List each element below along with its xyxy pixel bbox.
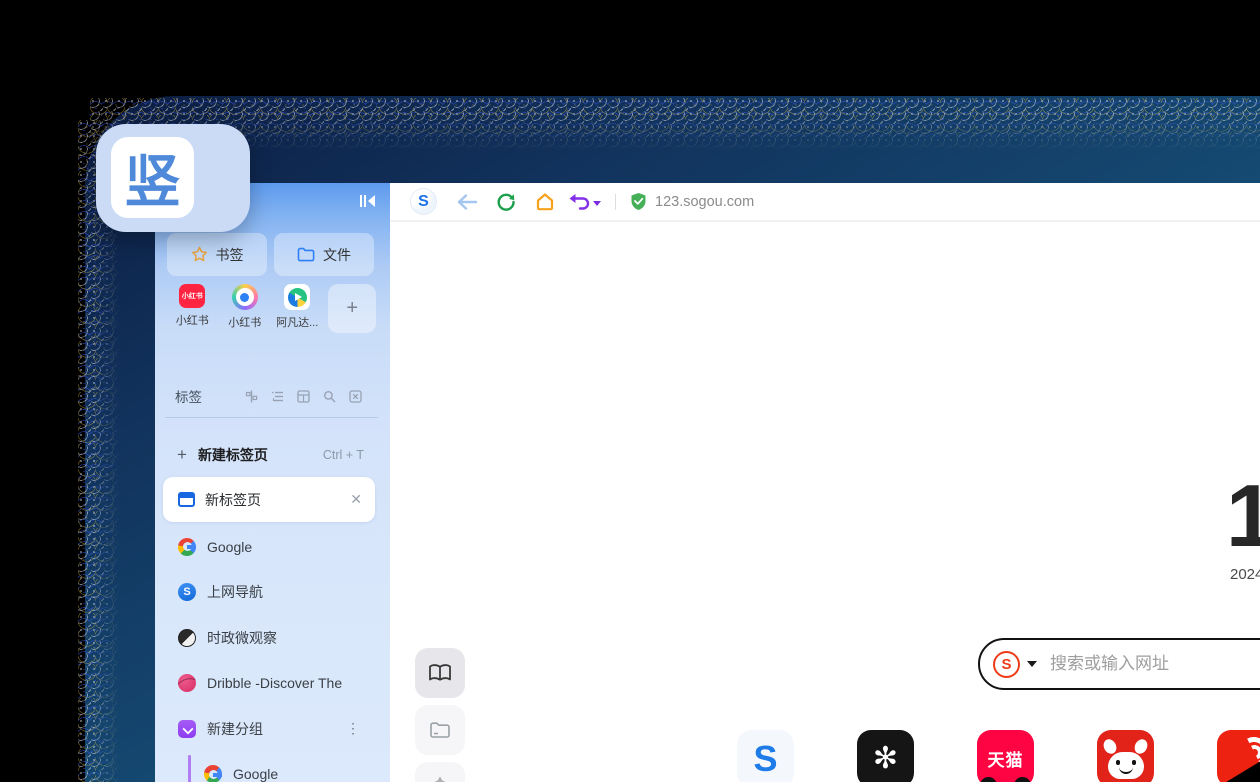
chatgpt-icon: ✻: [872, 742, 899, 775]
compass-icon: [434, 776, 446, 782]
globe-icon: [178, 628, 196, 647]
refresh-icon: [497, 193, 515, 211]
list-sort-icon[interactable]: [271, 390, 284, 403]
site-security-shield-icon[interactable]: [630, 192, 647, 211]
browser-window-icon: [178, 492, 195, 507]
tab-bookmarks-label: 书签: [215, 246, 244, 263]
main-area: S 123.sogou.com 1 2024 S 搜索或输入网址 S ✻ 天猫: [390, 183, 1260, 782]
date-display: 2024: [1230, 566, 1260, 583]
shortcut-chatgpt[interactable]: ✻: [857, 730, 914, 782]
sidebar: 书签 文件 小红书 小红书 小红书 阿凡达... + 标签 + 新建标签页 Ct…: [155, 183, 390, 782]
home-button[interactable]: [530, 187, 560, 217]
folder-outline-icon: [430, 722, 450, 738]
new-tab-row[interactable]: + 新建标签页 Ctrl + T: [177, 441, 364, 469]
tags-section-header: 标签: [175, 386, 362, 406]
active-tab-card[interactable]: 新标签页 ✕: [163, 477, 375, 522]
plus-icon: +: [177, 445, 187, 464]
sidebar-tabs: 书签 文件: [167, 233, 374, 276]
side-float-buttons: [415, 648, 465, 782]
sogou-search-engine-icon[interactable]: S: [993, 650, 1020, 678]
browser-window: 书签 文件 小红书 小红书 小红书 阿凡达... + 标签 + 新建标签页 Ct…: [155, 183, 1260, 782]
pin-sort-icon[interactable]: [245, 390, 258, 403]
new-tab-page: 1 2024 S S ✻ 天猫: [390, 222, 1260, 782]
search-tabs-icon[interactable]: [323, 390, 336, 403]
shortcut-tmall[interactable]: 天猫: [977, 730, 1034, 782]
tab-item-google[interactable]: Google: [155, 524, 390, 570]
quick-launch-row: S ✻ 天猫: [737, 730, 1260, 782]
tags-title: 标签: [175, 390, 202, 405]
bookmark-label: 阿凡达...: [276, 317, 319, 329]
xiaohongshu-icon: 小红书: [179, 284, 206, 308]
reading-list-button[interactable]: [415, 648, 465, 698]
screen: 竖 书签 文件 小红书 小红书 小红书 阿凡达... + 标签 + 新建标签页 …: [0, 0, 1260, 782]
group-indent-line: [188, 754, 191, 782]
tab-group-icon: [178, 719, 196, 738]
tmall-logo-text: 天猫: [987, 751, 1024, 770]
discover-button[interactable]: [415, 762, 465, 782]
google-icon: [178, 537, 196, 556]
close-all-tabs-icon[interactable]: [349, 389, 362, 403]
tab-group-new[interactable]: 新建分组 ⋮: [155, 706, 390, 752]
new-tab-shortcut: Ctrl + T: [322, 448, 364, 462]
sidebar-divider: [165, 417, 378, 418]
toolbar-divider: [615, 193, 616, 210]
tab-item-navigation[interactable]: S 上网导航: [155, 570, 390, 616]
active-tab-label: 新标签页: [205, 491, 261, 508]
sogou-browser-logo[interactable]: S: [410, 188, 437, 215]
clock-display: 1: [1226, 466, 1260, 565]
close-tab-button[interactable]: ✕: [350, 491, 362, 508]
address-url[interactable]: 123.sogou.com: [655, 194, 754, 210]
bookmark-avatar-video[interactable]: 阿凡达...: [271, 284, 323, 330]
bookmark-xiaohongshu-2[interactable]: 小红书: [218, 284, 270, 330]
badge-glyph: 竖: [111, 137, 194, 218]
folder-icon: [297, 247, 315, 262]
add-bookmark-button[interactable]: +: [328, 284, 377, 333]
vertical-tabs-badge: 竖: [96, 124, 250, 232]
tab-bookmarks[interactable]: 书签: [167, 233, 267, 276]
browser-toolbar: S 123.sogou.com: [390, 183, 1260, 222]
colorful-ring-icon: [231, 284, 258, 310]
collapse-icon: [359, 195, 375, 207]
tab-files[interactable]: 文件: [274, 233, 374, 276]
undo-icon: [569, 193, 590, 210]
bookmark-label: 小红书: [228, 317, 262, 329]
shortcut-sogou[interactable]: S: [737, 730, 794, 782]
search-box[interactable]: S: [978, 638, 1260, 690]
jd-dog-icon: [1107, 752, 1144, 779]
refresh-button[interactable]: [491, 187, 521, 217]
grid-view-icon[interactable]: [297, 389, 310, 403]
tags-toolbar: [245, 389, 362, 403]
corner-wedge: [1218, 753, 1260, 782]
tab-files-label: 文件: [323, 246, 351, 263]
dribbble-icon: [178, 674, 196, 693]
sogou-icon: S: [178, 583, 196, 602]
engine-caret-icon[interactable]: [1027, 661, 1037, 667]
group-menu-button[interactable]: ⋮: [346, 720, 360, 737]
video-play-icon: [284, 284, 311, 310]
tab-list: Google S 上网导航 时政微观察 Dribble -Discover Th…: [155, 524, 390, 782]
bookmark-shortcuts: 小红书 小红书 小红书 阿凡达... +: [166, 284, 377, 333]
undo-caret-icon: [593, 200, 601, 206]
tab-item-dribbble[interactable]: Dribble -Discover The: [155, 661, 390, 707]
google-icon: [204, 765, 222, 782]
bookmark-xiaohongshu[interactable]: 小红书 小红书: [166, 284, 218, 328]
bookmark-label: 小红书: [175, 315, 209, 327]
shortcut-jd[interactable]: [1097, 730, 1154, 782]
star-icon: [191, 246, 207, 262]
open-book-icon: [429, 664, 451, 681]
undo-button[interactable]: [569, 193, 601, 211]
tab-item-news[interactable]: 时政微观察: [155, 615, 390, 661]
search-input[interactable]: [1050, 654, 1260, 674]
files-panel-button[interactable]: [415, 705, 465, 755]
collapse-sidebar-button[interactable]: [357, 191, 377, 211]
tab-item-google-nested[interactable]: Google: [155, 752, 390, 782]
home-icon: [536, 193, 554, 211]
back-arrow-icon: [457, 193, 478, 210]
new-tab-label: 新建标签页: [197, 447, 268, 463]
back-button[interactable]: [452, 187, 482, 217]
shortcut-red-app[interactable]: [1217, 730, 1260, 782]
